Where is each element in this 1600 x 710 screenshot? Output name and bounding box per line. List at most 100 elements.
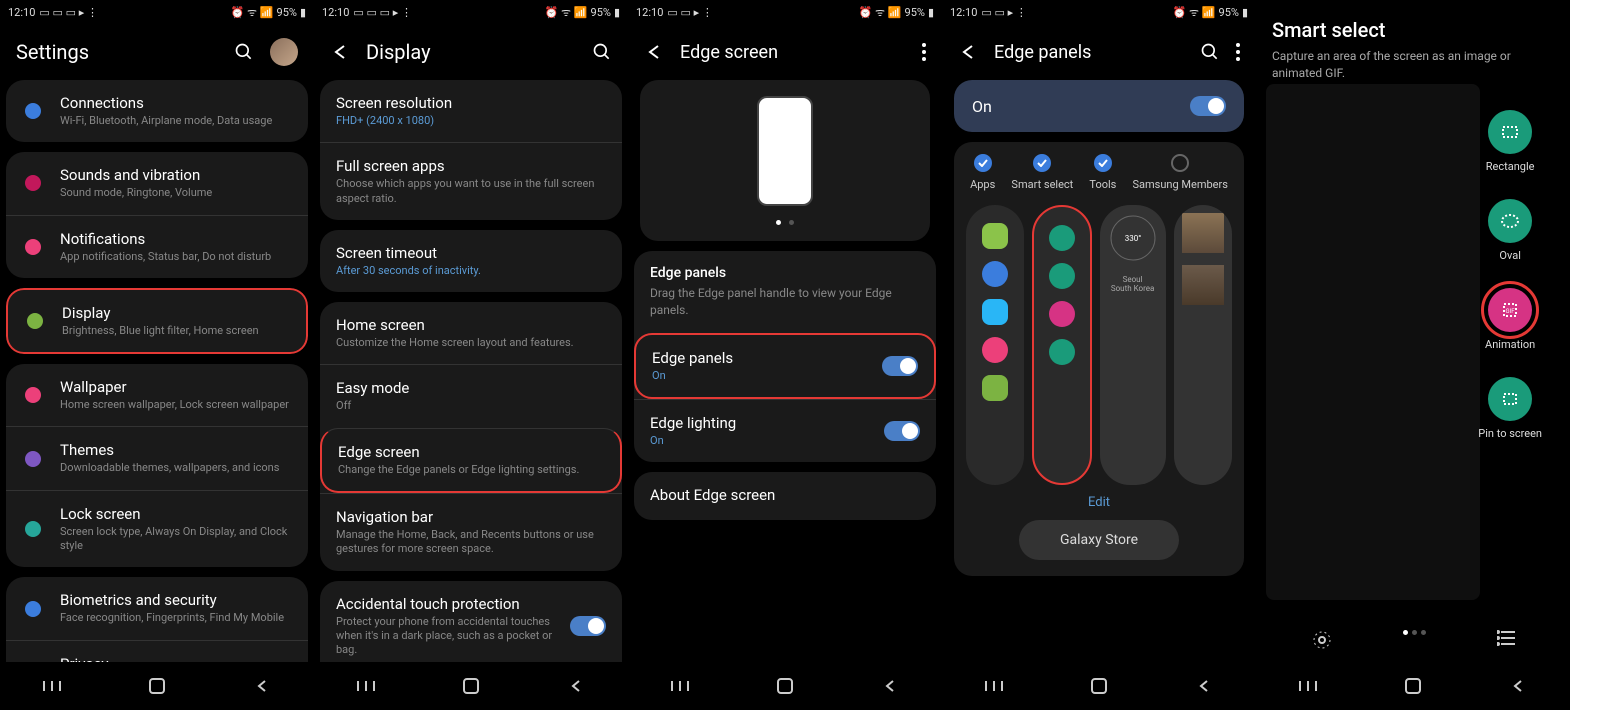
display-row-home-screen[interactable]: Home screenCustomize the Home screen lay… <box>320 302 622 364</box>
mini-phone-icon <box>757 96 813 206</box>
phone-preview <box>640 80 930 241</box>
display-screen: 12:10▭ ▭ ▭ ▸ ⋮ ⏰ ᯤ 📶95%▮ Display Screen … <box>314 0 628 710</box>
recents-button[interactable] <box>982 674 1006 698</box>
panel-tab-smart-select[interactable]: Smart select <box>1011 154 1073 191</box>
page-title: Edge screen <box>680 42 906 63</box>
thumbnail <box>1182 213 1224 253</box>
on-toggle-card[interactable]: On <box>954 80 1244 132</box>
display-row-edge-screen[interactable]: Edge screenChange the Edge panels or Edg… <box>320 428 622 493</box>
back-icon[interactable] <box>644 42 664 62</box>
app-icon <box>982 337 1008 363</box>
toggle[interactable] <box>884 421 920 441</box>
about-edge-screen[interactable]: About Edge screen <box>634 472 936 520</box>
panel-smart-select[interactable] <box>1032 205 1091 485</box>
shape-animation[interactable]: GIFAnimation <box>1485 288 1535 351</box>
check-icon <box>974 154 992 172</box>
back-icon[interactable] <box>330 42 350 62</box>
display-row-easy-mode[interactable]: Easy modeOff <box>320 364 622 427</box>
settings-row-sounds-and-vibration[interactable]: Sounds and vibrationSound mode, Ringtone… <box>6 152 308 214</box>
more-icon[interactable] <box>922 43 926 61</box>
settings-row-connections[interactable]: ConnectionsWi-Fi, Bluetooth, Airplane mo… <box>6 80 308 142</box>
shape-rectangle[interactable]: Rectangle <box>1486 110 1535 173</box>
row-icon <box>22 100 44 122</box>
row-icon <box>22 661 44 662</box>
home-button[interactable] <box>459 674 483 698</box>
svg-text:GIF: GIF <box>1506 308 1516 315</box>
header: Settings <box>0 24 314 80</box>
back-button[interactable] <box>564 674 588 698</box>
panel-tools[interactable]: 330° SeoulSouth Korea <box>1100 205 1166 485</box>
back-icon[interactable] <box>958 42 978 62</box>
header: Display <box>314 24 628 80</box>
shape-pin-to-screen[interactable]: Pin to screen <box>1478 377 1542 440</box>
more-icon[interactable] <box>1236 43 1240 61</box>
settings-row-notifications[interactable]: NotificationsApp notifications, Status b… <box>6 215 308 278</box>
panel-tab-samsung-members[interactable]: Samsung Members <box>1133 154 1228 191</box>
search-icon[interactable] <box>234 42 254 62</box>
edit-link[interactable]: Edit <box>962 495 1236 510</box>
display-row-screen-resolution[interactable]: Screen resolutionFHD+ (2400 x 1080) <box>320 80 622 142</box>
back-button[interactable] <box>878 674 902 698</box>
recents-button[interactable] <box>1296 674 1320 698</box>
check-icon <box>1033 154 1051 172</box>
page-title: Display <box>366 40 576 64</box>
back-button[interactable] <box>250 674 274 698</box>
oval-icon <box>1049 263 1075 289</box>
edge-row-edge-lighting[interactable]: Edge lightingOn <box>634 399 936 462</box>
edge-row-edge-panels[interactable]: Edge panelsOn <box>634 333 936 399</box>
settings-row-biometrics-and-security[interactable]: Biometrics and securityFace recognition,… <box>6 577 308 639</box>
app-icon <box>982 299 1008 325</box>
shape-icon <box>1488 199 1532 243</box>
back-button[interactable] <box>1192 674 1216 698</box>
thumbnail <box>1182 265 1224 305</box>
home-button[interactable] <box>145 674 169 698</box>
row-icon <box>24 310 46 332</box>
home-button[interactable] <box>1401 674 1425 698</box>
display-row-full-screen-apps[interactable]: Full screen appsChoose which apps you wa… <box>320 142 622 220</box>
panel-tab-tools[interactable]: Tools <box>1089 154 1116 191</box>
nav-bar <box>942 662 1256 710</box>
list-icon[interactable] <box>1497 630 1515 646</box>
page-title: Settings <box>16 40 218 64</box>
clock: 12:10 <box>8 6 35 19</box>
bottom-toolbar <box>1256 630 1570 650</box>
home-button[interactable] <box>1087 674 1111 698</box>
gear-icon[interactable] <box>1312 630 1332 650</box>
settings-row-privacy[interactable]: PrivacyPermission manager <box>6 640 308 662</box>
shape-icon: GIF <box>1488 288 1532 332</box>
panel-members[interactable] <box>1174 205 1232 485</box>
display-row-navigation-bar[interactable]: Navigation barManage the Home, Back, and… <box>320 493 622 571</box>
settings-row-wallpaper[interactable]: WallpaperHome screen wallpaper, Lock scr… <box>6 364 308 426</box>
settings-row-lock-screen[interactable]: Lock screenScreen lock type, Always On D… <box>6 490 308 568</box>
row-icon <box>22 518 44 540</box>
search-icon[interactable] <box>592 42 612 62</box>
display-row-accidental-touch-protection[interactable]: Accidental touch protectionProtect your … <box>320 581 622 662</box>
back-button[interactable] <box>1506 674 1530 698</box>
check-icon <box>1171 154 1189 172</box>
status-icons-right: ⏰ ᯤ 📶 <box>231 5 274 20</box>
recents-button[interactable] <box>668 674 692 698</box>
edge-panels-desc: Edge panels Drag the Edge panel handle t… <box>634 251 936 333</box>
row-icon <box>22 172 44 194</box>
search-icon[interactable] <box>1200 42 1220 62</box>
smart-select-header: Smart select Capture an area of the scre… <box>1256 0 1570 90</box>
dim-overlay <box>1266 84 1480 600</box>
app-icon <box>982 261 1008 287</box>
toggle[interactable] <box>882 356 918 376</box>
recents-button[interactable] <box>40 674 64 698</box>
avatar[interactable] <box>270 38 298 66</box>
home-button[interactable] <box>773 674 797 698</box>
header: Edge panels <box>942 24 1256 80</box>
shape-oval[interactable]: Oval <box>1488 199 1532 262</box>
settings-row-themes[interactable]: ThemesDownloadable themes, wallpapers, a… <box>6 426 308 489</box>
status-bar: 12:10▭ ▭ ▭ ▸ ⋮ ⏰ ᯤ 📶95%▮ <box>0 0 314 24</box>
panel-tab-apps[interactable]: Apps <box>970 154 995 191</box>
on-toggle[interactable] <box>1190 96 1226 116</box>
galaxy-store-button[interactable]: Galaxy Store <box>1019 520 1179 560</box>
toggle[interactable] <box>570 616 606 636</box>
panel-apps[interactable] <box>966 205 1024 485</box>
recents-button[interactable] <box>354 674 378 698</box>
settings-row-display[interactable]: DisplayBrightness, Blue light filter, Ho… <box>6 288 308 354</box>
row-icon <box>22 384 44 406</box>
display-row-screen-timeout[interactable]: Screen timeoutAfter 30 seconds of inacti… <box>320 230 622 292</box>
